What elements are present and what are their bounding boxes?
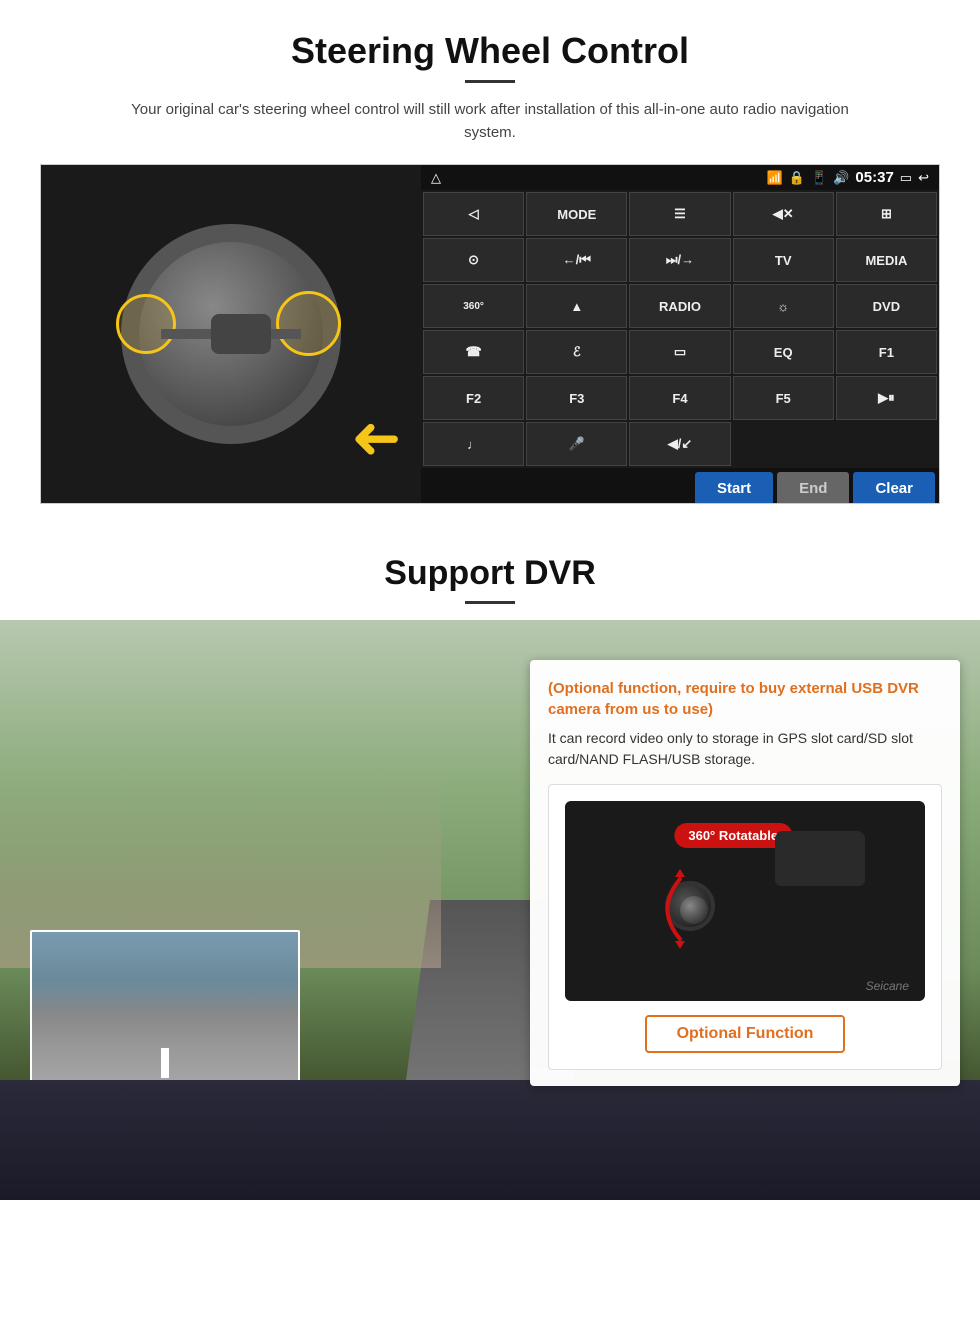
- arrow-icon: ➜: [351, 403, 401, 473]
- clock-display: 05:37: [855, 169, 893, 186]
- btn-phone[interactable]: ☎: [423, 330, 524, 374]
- btn-mute[interactable]: ◀✕: [733, 192, 834, 236]
- btn-menu[interactable]: ☰: [629, 192, 730, 236]
- btn-media[interactable]: MEDIA: [836, 238, 937, 282]
- btn-settings[interactable]: ⊙: [423, 238, 524, 282]
- window-icon: ▭: [900, 170, 912, 186]
- btn-mic[interactable]: 🎤: [526, 422, 627, 466]
- btn-dvd[interactable]: DVD: [836, 284, 937, 328]
- btn-play-pause[interactable]: ▶⏸: [836, 376, 937, 420]
- seicane-watermark: Seicane: [866, 979, 909, 993]
- steering-wheel-graphic: [61, 179, 401, 489]
- rotation-arrow-icon: [650, 869, 710, 949]
- btn-browser[interactable]: ℰ: [526, 330, 627, 374]
- optional-function-label: Optional Function: [645, 1015, 846, 1053]
- btn-empty-2: [836, 422, 937, 466]
- dvr-desc-text: It can record video only to storage in G…: [548, 728, 942, 770]
- status-right: 📶 🔒 📱 🔊 05:37 ▭ ↩: [767, 169, 929, 186]
- dvr-road-stripe: [161, 1048, 169, 1078]
- home-icon: △: [431, 170, 441, 186]
- back-icon: ↩: [918, 170, 929, 186]
- dvr-inset-road: [32, 932, 298, 1098]
- action-bar: Start End Clear: [421, 468, 939, 504]
- dvr-info-box: (Optional function, require to buy exter…: [530, 660, 960, 1086]
- start-button[interactable]: Start: [695, 472, 773, 504]
- phone-icon: 📱: [811, 170, 827, 186]
- btn-360[interactable]: 360°: [423, 284, 524, 328]
- dvr-section: Support DVR (Optional function, require …: [0, 524, 980, 1200]
- btn-screen[interactable]: ▭: [629, 330, 730, 374]
- btn-radio[interactable]: RADIO: [629, 284, 730, 328]
- steering-photo: ➜: [41, 165, 421, 503]
- steering-wheel-hub: [211, 314, 271, 354]
- lock-icon: 🔒: [789, 170, 805, 186]
- btn-eject[interactable]: ▲: [526, 284, 627, 328]
- car-dashboard: [0, 1080, 980, 1200]
- dvr-title-divider: [465, 601, 515, 604]
- clear-button[interactable]: Clear: [853, 472, 935, 504]
- btn-prev[interactable]: ←/⏮: [526, 238, 627, 282]
- btn-f3[interactable]: F3: [526, 376, 627, 420]
- dvr-camera-visual: 360° Rotatable: [565, 801, 925, 1001]
- btn-f5[interactable]: F5: [733, 376, 834, 420]
- btn-f2[interactable]: F2: [423, 376, 524, 420]
- steering-subtitle: Your original car's steering wheel contr…: [115, 99, 865, 144]
- btn-next[interactable]: ⏭/→: [629, 238, 730, 282]
- dvr-camera-box: 360° Rotatable: [548, 784, 942, 1070]
- camera-body: [775, 831, 865, 886]
- control-panel: △ 📶 🔒 📱 🔊 05:37 ▭ ↩ ◁ MODE ☰ ◀✕: [421, 165, 939, 503]
- button-grid: ◁ MODE ☰ ◀✕ ⊞ ⊙ ←/⏮ ⏭/→ TV MEDIA 360° ▲ …: [421, 190, 939, 468]
- btn-f4[interactable]: F4: [629, 376, 730, 420]
- end-button[interactable]: End: [777, 472, 849, 504]
- highlight-circle-right: [276, 291, 341, 356]
- btn-eq[interactable]: EQ: [733, 330, 834, 374]
- btn-tv[interactable]: TV: [733, 238, 834, 282]
- btn-empty-1: [733, 422, 834, 466]
- volume-icon: 🔊: [833, 170, 849, 186]
- btn-skip[interactable]: ◀/↙: [629, 422, 730, 466]
- btn-mode[interactable]: MODE: [526, 192, 627, 236]
- steering-demo: ➜ △ 📶 🔒 📱 🔊 05:37 ▭ ↩: [40, 164, 940, 504]
- btn-f1[interactable]: F1: [836, 330, 937, 374]
- wifi-icon: 📶: [767, 170, 783, 186]
- btn-home[interactable]: ◁: [423, 192, 524, 236]
- dvr-optional-text: (Optional function, require to buy exter…: [548, 678, 942, 720]
- title-divider: [465, 80, 515, 83]
- dvr-title: Support DVR: [0, 554, 980, 593]
- btn-brightness[interactable]: ☼: [733, 284, 834, 328]
- steering-section: Steering Wheel Control Your original car…: [0, 0, 980, 524]
- highlight-circle-left: [116, 294, 176, 354]
- status-left: △: [431, 170, 441, 186]
- dvr-photo-background: (Optional function, require to buy exter…: [0, 620, 980, 1200]
- status-bar: △ 📶 🔒 📱 🔊 05:37 ▭ ↩: [421, 165, 939, 190]
- btn-apps[interactable]: ⊞: [836, 192, 937, 236]
- steering-title: Steering Wheel Control: [40, 30, 940, 72]
- btn-music[interactable]: ♩: [423, 422, 524, 466]
- dvr-inset-photo: [30, 930, 300, 1100]
